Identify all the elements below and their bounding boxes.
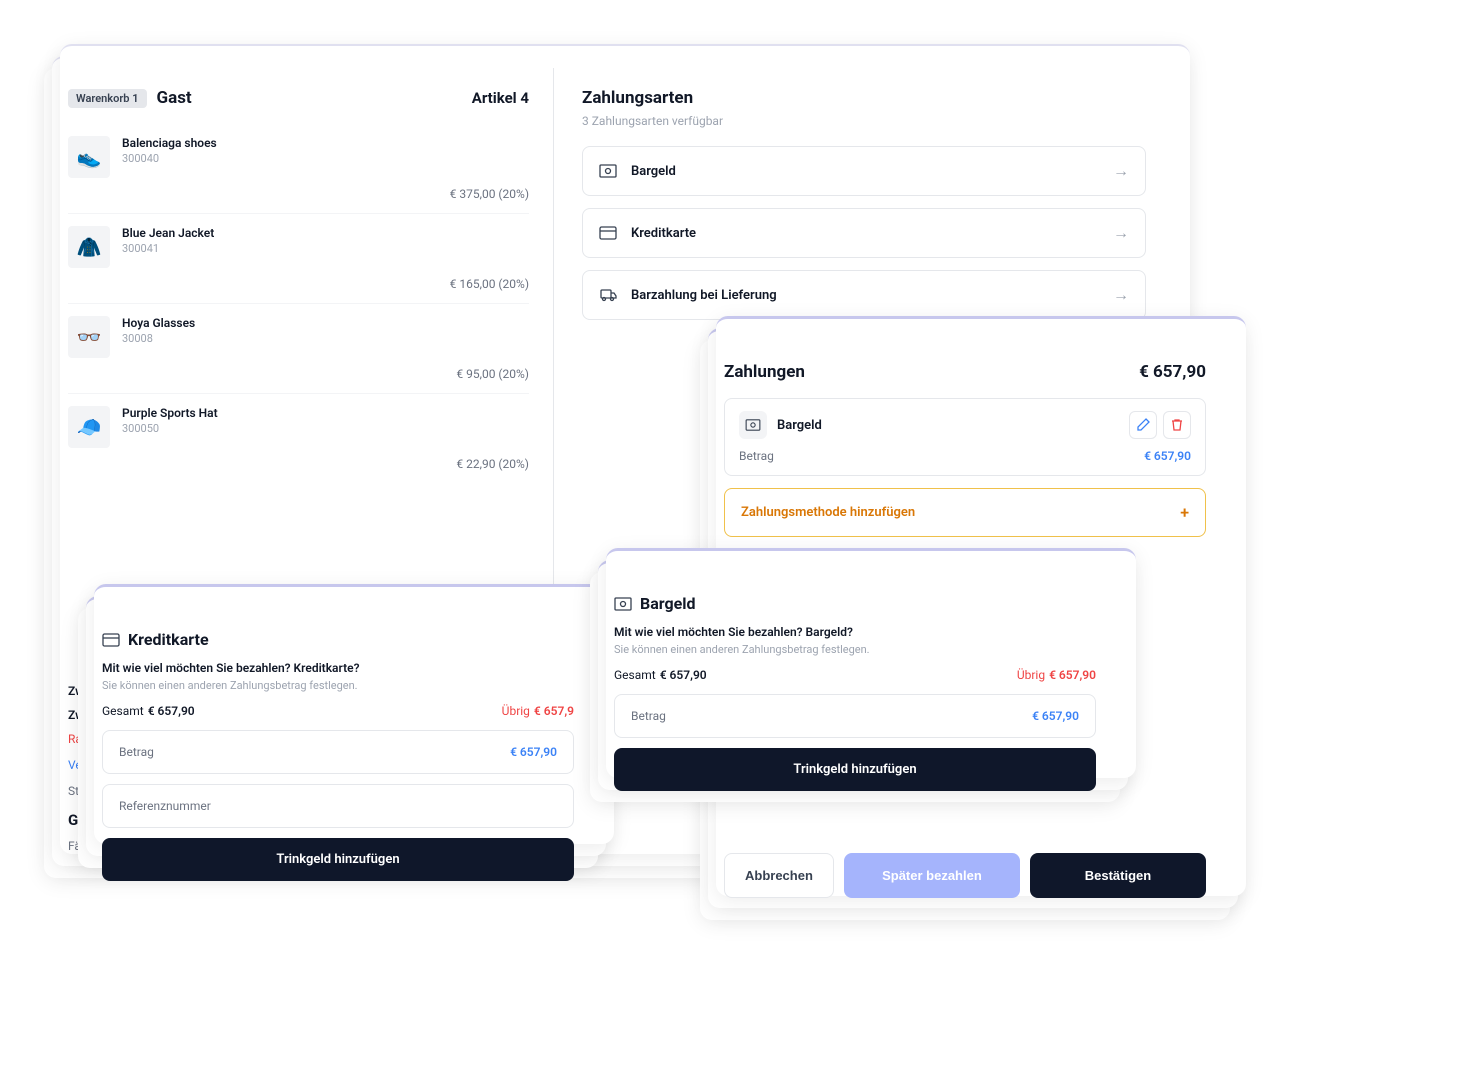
item-sku: 300040 [122,152,529,165]
payment-amount-value: € 657,90 [1144,449,1191,463]
payment-method-label: Barzahlung bei Lieferung [631,288,1113,303]
modal-totals: Gesamt € 657,90 Übrig € 657,90 [614,668,1096,682]
total-label: Gesamt [102,704,144,718]
amount-label: Betrag [119,745,154,759]
modal-title: Kreditkarte [128,630,209,649]
cart-item[interactable]: 🧥 Blue Jean Jacket 300041 € 165,00 (20%) [68,214,529,304]
payment-item: Bargeld Betrag € 657,90 [724,398,1206,476]
cart-item[interactable]: 👓 Hoya Glasses 30008 € 95,00 (20%) [68,304,529,394]
amount-value: € 657,90 [1032,709,1079,723]
total-value: € 657,90 [660,668,707,682]
remaining-label: Übrig [1017,668,1045,682]
cancel-button[interactable]: Abbrechen [724,853,834,898]
payments-footer: Abbrechen Später bezahlen Bestätigen [724,853,1206,898]
amount-input[interactable]: Betrag € 657,90 [102,730,574,774]
item-price: € 95,00 (20%) [122,367,529,381]
item-name: Balenciaga shoes [122,136,217,150]
remaining-value: € 657,90 [1049,668,1096,682]
payments-header: Zahlungen € 657,90 [724,362,1206,382]
cash-icon [739,411,767,439]
amount-label: Betrag [631,709,666,723]
credit-card-icon [599,226,619,240]
item-price: € 22,90 (20%) [122,457,529,471]
item-image: 👟 [68,136,110,178]
remaining-label: Übrig [502,704,530,718]
add-tip-button[interactable]: Trinkgeld hinzufügen [614,748,1096,791]
item-sku: 300041 [122,242,529,255]
payment-methods-subtitle: 3 Zahlungsarten verfügbar [582,114,1146,128]
reference-input[interactable]: Referenznummer [102,784,574,828]
cart-items-list: 👟 Balenciaga shoes 300040 € 375,00 (20%)… [68,124,529,663]
amount-value: € 657,90 [510,745,557,759]
modal-question: Mit wie viel möchten Sie bezahlen? Kredi… [102,661,574,675]
payments-total: € 657,90 [1139,362,1206,382]
cart-badge: Warenkorb 1 [68,89,147,108]
credit-card-icon [102,633,120,647]
modal-title: Bargeld [640,594,696,613]
modal-question: Mit wie viel möchten Sie bezahlen? Barge… [614,625,1096,639]
cash-icon [614,597,632,611]
cart-item[interactable]: 🧢 Purple Sports Hat 300050 € 22,90 (20%) [68,394,529,483]
item-name: Hoya Glasses [122,316,195,330]
confirm-button[interactable]: Bestätigen [1030,853,1206,898]
modal-subtitle: Sie können einen anderen Zahlungsbetrag … [102,679,574,692]
item-name: Blue Jean Jacket [122,226,214,240]
payment-method-label: Kreditkarte [631,226,1113,241]
item-price: € 165,00 (20%) [122,277,529,291]
add-payment-label: Zahlungsmethode hinzufügen [741,505,915,520]
arrow-right-icon: → [1113,223,1129,243]
delete-payment-button[interactable] [1163,411,1191,439]
payment-method-cod[interactable]: Barzahlung bei Lieferung → [582,270,1146,320]
item-image: 🧢 [68,406,110,448]
payments-title: Zahlungen [724,362,805,382]
remaining-value: € 657,9 [534,704,574,718]
payment-item-header: Bargeld [739,411,1191,439]
add-payment-method-button[interactable]: Zahlungsmethode hinzufügen + [724,488,1206,537]
item-name: Purple Sports Hat [122,406,218,420]
delivery-icon [599,287,619,303]
payment-item-label: Bargeld [777,418,1129,433]
item-price: € 375,00 (20%) [122,187,529,201]
item-sku: 300050 [122,422,529,435]
total-label: Gesamt [614,668,656,682]
cart-header: Warenkorb 1 Gast Artikel 4 [68,88,529,108]
cash-icon [599,164,619,178]
modal-header: Bargeld [614,594,1096,613]
payment-amount-label: Betrag [739,449,774,463]
payment-method-cash[interactable]: Bargeld → [582,146,1146,196]
plus-icon: + [1180,503,1189,522]
cart-item[interactable]: 👟 Balenciaga shoes 300040 € 375,00 (20%) [68,124,529,214]
modal-totals: Gesamt € 657,90 Übrig € 657,9 [102,704,574,718]
amount-input[interactable]: Betrag € 657,90 [614,694,1096,738]
modal-subtitle: Sie können einen anderen Zahlungsbetrag … [614,643,1096,656]
item-image: 👓 [68,316,110,358]
item-sku: 30008 [122,332,529,345]
total-value: € 657,90 [148,704,195,718]
payment-amount-row: Betrag € 657,90 [739,449,1191,463]
item-image: 🧥 [68,226,110,268]
pay-later-button[interactable]: Später bezahlen [844,853,1020,898]
payment-method-credit[interactable]: Kreditkarte → [582,208,1146,258]
add-tip-button[interactable]: Trinkgeld hinzufügen [102,838,574,881]
cash-modal: Bargeld Mit wie viel möchten Sie bezahle… [590,572,1120,802]
cart-article-count: Artikel 4 [472,89,529,107]
arrow-right-icon: → [1113,285,1129,305]
reference-label: Referenznummer [119,799,211,813]
modal-header: Kreditkarte [102,630,574,649]
credit-card-modal: Kreditkarte Mit wie viel möchten Sie bez… [78,608,598,868]
payment-method-label: Bargeld [631,164,1113,179]
payment-methods-title: Zahlungsarten [582,88,1146,108]
cart-user: Gast [157,88,472,108]
arrow-right-icon: → [1113,161,1129,181]
edit-payment-button[interactable] [1129,411,1157,439]
